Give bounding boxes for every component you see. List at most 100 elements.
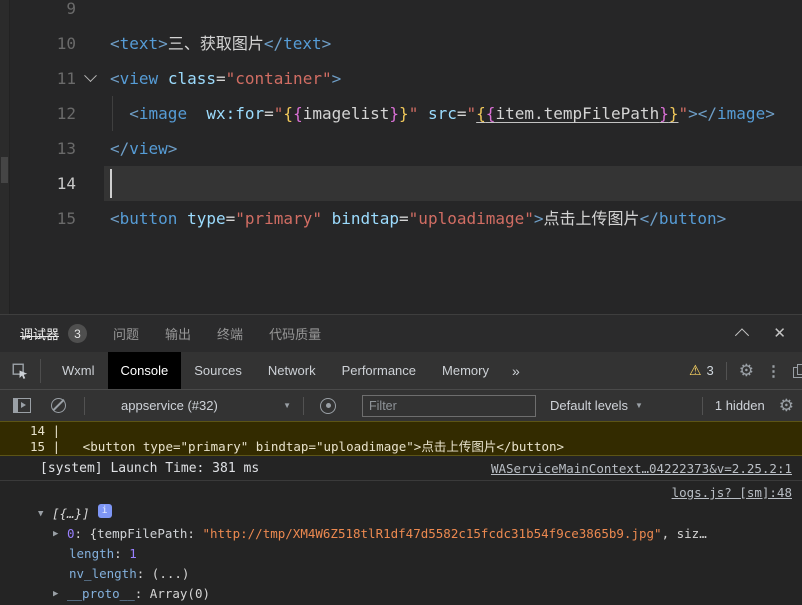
- panel-tab-label: 输出: [165, 327, 192, 342]
- code-line[interactable]: 13 </view>: [10, 131, 802, 166]
- code-token: image: [138, 104, 188, 123]
- warning-line: 15 | <button type="primary" bindtap="upl…: [30, 439, 565, 454]
- execution-context-select[interactable]: appservice (#32) ▼: [121, 398, 291, 413]
- panel-tab-label: 调试器: [20, 324, 60, 343]
- line-number[interactable]: 12: [10, 96, 76, 131]
- panel-header: 调试器 3 问题 输出 终端 代码质量 ✕: [0, 314, 802, 352]
- code-token: "container": [225, 69, 332, 88]
- clear-console-icon[interactable]: [51, 398, 66, 413]
- code-editor[interactable]: 9 10 <text>三、获取图片</text> 11 <view class="con…: [0, 0, 802, 314]
- console-tree-row[interactable]: ▶ 0: {tempFilePath: "http://tmp/XM4W6Z518…: [0, 524, 802, 544]
- live-expression-eye-icon[interactable]: [320, 397, 336, 414]
- warning-icon[interactable]: ⚠: [689, 362, 702, 379]
- devtools-tab-memory[interactable]: Memory: [429, 352, 502, 389]
- devtools-tabbar: Wxml Console Sources Network Performance Memo…: [0, 352, 802, 389]
- panel-tab-问题[interactable]: 问题: [113, 315, 139, 352]
- console-sidebar-toggle-icon[interactable]: [13, 398, 31, 413]
- panel-tab-输出[interactable]: 输出: [165, 315, 191, 352]
- code-token: imagelist: [302, 104, 390, 123]
- more-tabs-button[interactable]: »: [502, 352, 530, 389]
- code-token: 三、获取图片: [167, 34, 264, 53]
- code-line[interactable]: 10 <text>三、获取图片</text>: [10, 26, 802, 61]
- dock-side-icon[interactable]: [793, 364, 802, 378]
- fold-chevron-icon[interactable]: [83, 69, 97, 83]
- console-tree-row[interactable]: nv_length: (...): [0, 564, 802, 584]
- code-token: "uploadimage": [408, 209, 534, 228]
- context-label: appservice (#32): [121, 398, 218, 413]
- kebab-menu-icon[interactable]: ⋮: [766, 362, 781, 380]
- code-token: button: [119, 209, 178, 228]
- disclosure-triangle-icon[interactable]: ▶: [53, 584, 67, 604]
- devtools-tabs: Wxml Console Sources Network Performance Memo…: [49, 352, 502, 389]
- line-number[interactable]: 15: [10, 201, 76, 236]
- devtools-tab-console[interactable]: Console: [107, 352, 182, 389]
- console-tree-row[interactable]: length: 1: [0, 544, 802, 564]
- info-badge-icon[interactable]: i: [97, 504, 112, 518]
- code-text: </view>: [104, 131, 802, 166]
- line-number[interactable]: 10: [10, 26, 76, 61]
- wechat-devtools-window: 9 10 <text>三、获取图片</text> 11 <view class="con…: [0, 0, 802, 605]
- panel-tab-代码质量[interactable]: 代码质量: [269, 315, 321, 352]
- code-line[interactable]: 9: [10, 0, 802, 26]
- code-line[interactable]: 15 <button type="primary" bindtap="upload…: [10, 201, 802, 236]
- disclosure-triangle-icon[interactable]: ▶: [53, 524, 67, 544]
- code-token: {: [293, 104, 303, 123]
- code-text: <text>三、获取图片</text>: [104, 26, 802, 61]
- code-token: >: [533, 209, 544, 228]
- close-panel-icon[interactable]: ✕: [773, 326, 786, 341]
- collapse-panel-icon[interactable]: [735, 327, 750, 342]
- code-token: item.tempFilePath: [495, 104, 660, 123]
- panel-tab-label: 终端: [217, 327, 244, 342]
- code-token: type: [187, 209, 226, 228]
- code-token: wx:for: [206, 104, 265, 123]
- code-line[interactable]: 12 <image wx:for="{{imagelist}}" src="{{…: [10, 96, 802, 131]
- panel-tab-调试器[interactable]: 调试器 3: [20, 315, 88, 352]
- console-settings-gear-icon[interactable]: ⚙: [779, 397, 794, 414]
- code-text: <view class="container">: [104, 61, 802, 96]
- panel-tab-label: 问题: [113, 327, 140, 342]
- code-text: [104, 166, 802, 201]
- code-line[interactable]: 11 <view class="container">: [10, 61, 802, 96]
- code-token: text: [283, 34, 322, 53]
- devtools-tab-performance[interactable]: Performance: [329, 352, 429, 389]
- console-tree-row[interactable]: ▼ [{…}] i: [0, 504, 802, 524]
- source-link[interactable]: logs.js? [sm]:48: [672, 481, 792, 504]
- panel-tab-badge: 3: [68, 324, 88, 343]
- panel-tab-终端[interactable]: 终端: [217, 315, 243, 352]
- scrollbar-thumb[interactable]: [1, 157, 8, 183]
- line-number[interactable]: 9: [10, 0, 76, 26]
- devtools-settings-gear-icon[interactable]: ⚙: [739, 362, 754, 379]
- devtools-tab-sources[interactable]: Sources: [181, 352, 255, 389]
- code-token: </: [110, 139, 130, 158]
- code-text: <image wx:for="{{imagelist}}" src="{{ite…: [104, 96, 802, 131]
- code-token: tempFilePath: [97, 526, 188, 541]
- inspect-element-button[interactable]: [0, 358, 41, 383]
- source-link[interactable]: WAServiceMainContext…04222373&v=2.25.2:1: [491, 456, 792, 481]
- code-token: >: [167, 139, 178, 158]
- code-token: <: [110, 34, 120, 53]
- devtools-tab-network[interactable]: Network: [255, 352, 329, 389]
- panel-header-actions: ✕: [735, 326, 786, 342]
- code-token: >: [321, 34, 332, 53]
- console-filter-input[interactable]: [362, 394, 536, 417]
- console-warning-message[interactable]: 14 | 15 | <button type="primary" bindtap…: [0, 421, 802, 456]
- log-link-line: logs.js? [sm]:48: [0, 481, 802, 504]
- console-log-row: logs.js? [sm]:48 ▼ [{…}] i ▶ 0: {tempFilePat…: [0, 481, 802, 604]
- line-number[interactable]: 14: [10, 166, 76, 201]
- console-tree-row[interactable]: ▶ __proto__: Array(0): [0, 584, 802, 604]
- line-number[interactable]: 11: [10, 61, 76, 96]
- code-token: {: [485, 104, 496, 123]
- disclosure-triangle-icon[interactable]: ▼: [38, 504, 52, 524]
- log-levels-select[interactable]: Default levels ▼: [550, 398, 643, 413]
- hidden-messages-count[interactable]: 1 hidden: [715, 398, 765, 413]
- code-token: >: [716, 209, 727, 228]
- editor-left-scrollbar[interactable]: [0, 0, 10, 314]
- code-token: =: [215, 69, 226, 88]
- line-number[interactable]: 13: [10, 131, 76, 166]
- code-line[interactable]: 14: [10, 166, 802, 201]
- fold-cell: [76, 0, 104, 26]
- devtools-tab-wxml[interactable]: Wxml: [49, 352, 108, 389]
- warning-count[interactable]: 3: [707, 363, 714, 378]
- separator: [725, 361, 727, 380]
